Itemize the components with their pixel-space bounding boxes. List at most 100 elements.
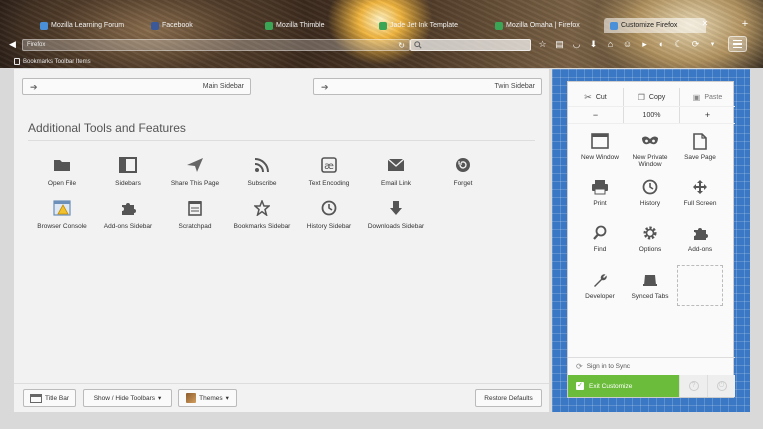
- panel-print[interactable]: Print: [575, 177, 625, 222]
- tool-sidebars[interactable]: Sidebars: [95, 155, 161, 195]
- tool-share-page[interactable]: Share This Page: [162, 155, 228, 195]
- thimble-icon: [265, 21, 273, 30]
- panel-addons[interactable]: Add-ons: [675, 223, 725, 268]
- url-bar[interactable]: Firefox ↻: [22, 39, 410, 51]
- tool-subscribe[interactable]: Subscribe: [229, 155, 295, 195]
- panel-item-label: Options: [638, 246, 662, 253]
- panel-developer[interactable]: Developer: [575, 270, 625, 315]
- tab-selected[interactable]: Customize Firefox: [604, 18, 706, 33]
- exit-customize-label: Exit Customize: [589, 382, 633, 390]
- close-tab-icon[interactable]: ✕: [700, 18, 710, 30]
- tool-bookmarks-sidebar[interactable]: Bookmarks Sidebar: [229, 198, 295, 238]
- customize-icon: [610, 21, 618, 30]
- sync-icon[interactable]: ⟳: [689, 38, 702, 51]
- tab[interactable]: Mozilla Learning Forum: [34, 18, 142, 33]
- bookmarks-icon: [14, 58, 20, 65]
- tool-label: Open File: [47, 180, 77, 187]
- moon-icon[interactable]: ☾: [672, 38, 685, 51]
- help-button[interactable]: ?: [679, 375, 707, 397]
- edit-controls: ✂ Cut ❐ Copy ▣ Paste: [568, 88, 735, 106]
- panel-item-label: History: [639, 200, 661, 207]
- themes-label: Themes: [199, 394, 223, 402]
- tool-label: Subscribe: [247, 180, 277, 187]
- toolbar-item-icon[interactable]: ◐: [655, 38, 668, 51]
- panel-item-label: Save Page: [684, 154, 716, 161]
- panel-options[interactable]: Options: [625, 223, 675, 268]
- tool-history-sidebar[interactable]: History Sidebar: [296, 198, 362, 238]
- panel-item-label: Add-ons: [687, 246, 713, 253]
- restore-defaults-button[interactable]: Restore Defaults: [475, 389, 542, 407]
- tab[interactable]: Mozilla Omaha | Firefox: [489, 18, 597, 33]
- reading-list-icon[interactable]: ▤: [553, 38, 566, 51]
- themes-button[interactable]: Themes ▾: [178, 389, 237, 407]
- panel-history[interactable]: History: [625, 177, 675, 222]
- panel-new-window[interactable]: New Window: [575, 131, 625, 176]
- tool-label: Email Link: [381, 180, 411, 187]
- tab-favicon: [379, 21, 387, 30]
- tool-browser-console[interactable]: Browser Console: [29, 198, 95, 238]
- bookmarks-toolbar: Bookmarks Toolbar Items: [0, 56, 91, 67]
- home-icon[interactable]: ⌂: [604, 38, 617, 51]
- tool-addons-sidebar[interactable]: Add-ons Sidebar: [95, 198, 161, 238]
- copy-button[interactable]: ❐ Copy: [623, 88, 679, 106]
- main-sidebar-slot[interactable]: ➔ Main Sidebar: [22, 78, 251, 95]
- tool-forget[interactable]: Forget: [430, 155, 496, 195]
- panel-synced-tabs[interactable]: Synced Tabs: [625, 270, 675, 315]
- panel-item-label: Full Screen: [683, 200, 717, 207]
- tab[interactable]: Mozilla Thimble: [259, 18, 367, 33]
- cut-button[interactable]: ✂ Cut: [568, 88, 623, 106]
- downloads-icon[interactable]: ⬇: [587, 38, 600, 51]
- clipboard-icon: ▣: [692, 92, 701, 102]
- tool-downloads-sidebar[interactable]: Downloads Sidebar: [363, 198, 429, 238]
- new-tab-icon[interactable]: +: [740, 18, 750, 30]
- sign-in-to-sync[interactable]: ⟳ Sign in to Sync: [568, 357, 735, 375]
- title-bar-button[interactable]: Title Bar: [23, 389, 76, 407]
- back-icon[interactable]: ◀: [6, 38, 19, 51]
- twin-sidebar-slot[interactable]: ➔ Twin Sidebar: [313, 78, 542, 95]
- search-input[interactable]: [410, 39, 531, 51]
- zoom-out-button[interactable]: −: [568, 107, 623, 123]
- arrow-right-icon: ➔: [321, 82, 329, 92]
- panel-full-screen[interactable]: Full Screen: [675, 177, 725, 222]
- zoom-in-button[interactable]: +: [679, 107, 735, 123]
- tool-email-link[interactable]: Email Link: [363, 155, 429, 195]
- bookmark-star-icon[interactable]: ☆: [536, 38, 549, 51]
- title-bar-icon: [30, 393, 43, 403]
- text-encoding-icon: æ: [319, 155, 339, 175]
- forward-icon[interactable]: ▸: [638, 38, 651, 51]
- tab[interactable]: Jade Jet Ink Template: [373, 18, 481, 33]
- exit-customize-button[interactable]: ✓ Exit Customize: [568, 375, 679, 397]
- url-text: Firefox: [27, 42, 46, 48]
- panel-new-private-window[interactable]: New Private Window: [625, 131, 675, 176]
- quit-button[interactable]: ⏻: [707, 375, 735, 397]
- tool-text-encoding[interactable]: æ Text Encoding: [296, 155, 362, 195]
- paste-label: Paste: [704, 93, 723, 101]
- tools-heading: Additional Tools and Features: [28, 121, 186, 135]
- tab[interactable]: Facebook: [145, 18, 253, 33]
- pocket-icon[interactable]: ◡: [570, 38, 583, 51]
- bookmarks-toolbar-items[interactable]: Bookmarks Toolbar Items: [23, 59, 91, 65]
- panel-save-page[interactable]: Save Page: [675, 131, 725, 176]
- sidebars-icon: [118, 155, 138, 175]
- chevron-down-icon: ▾: [158, 395, 162, 402]
- tool-scratchpad[interactable]: Scratchpad: [162, 198, 228, 238]
- panel-empty-slot[interactable]: [677, 265, 723, 306]
- history-icon: [640, 177, 660, 197]
- show-hide-toolbars-button[interactable]: Show / Hide Toolbars ▾: [83, 389, 172, 407]
- reload-icon[interactable]: ↻: [398, 41, 405, 50]
- developer-icon: [590, 270, 610, 290]
- theme-thumbnail-icon: [186, 393, 197, 403]
- chevron-down-icon[interactable]: ▾: [706, 38, 719, 51]
- svg-text:æ: æ: [324, 161, 334, 172]
- menu-button[interactable]: [728, 36, 747, 52]
- scissors-icon: ✂: [584, 91, 592, 102]
- paste-button[interactable]: ▣ Paste: [679, 88, 735, 106]
- tab-title: Mozilla Learning Forum: [51, 22, 125, 29]
- navigation-bar: ◀ Firefox ↻ ☆ ▤ ◡ ⬇ ⌂ ☺ ▸ ◐ ☾ ⟳ ▾: [0, 36, 763, 54]
- zoom-reset-button[interactable]: 100%: [623, 107, 679, 123]
- zoom-level: 100%: [642, 111, 661, 119]
- tool-label: Add-ons Sidebar: [103, 223, 153, 230]
- tool-open-file[interactable]: Open File: [29, 155, 95, 195]
- emoji-icon[interactable]: ☺: [621, 38, 634, 51]
- panel-find[interactable]: Find: [575, 223, 625, 268]
